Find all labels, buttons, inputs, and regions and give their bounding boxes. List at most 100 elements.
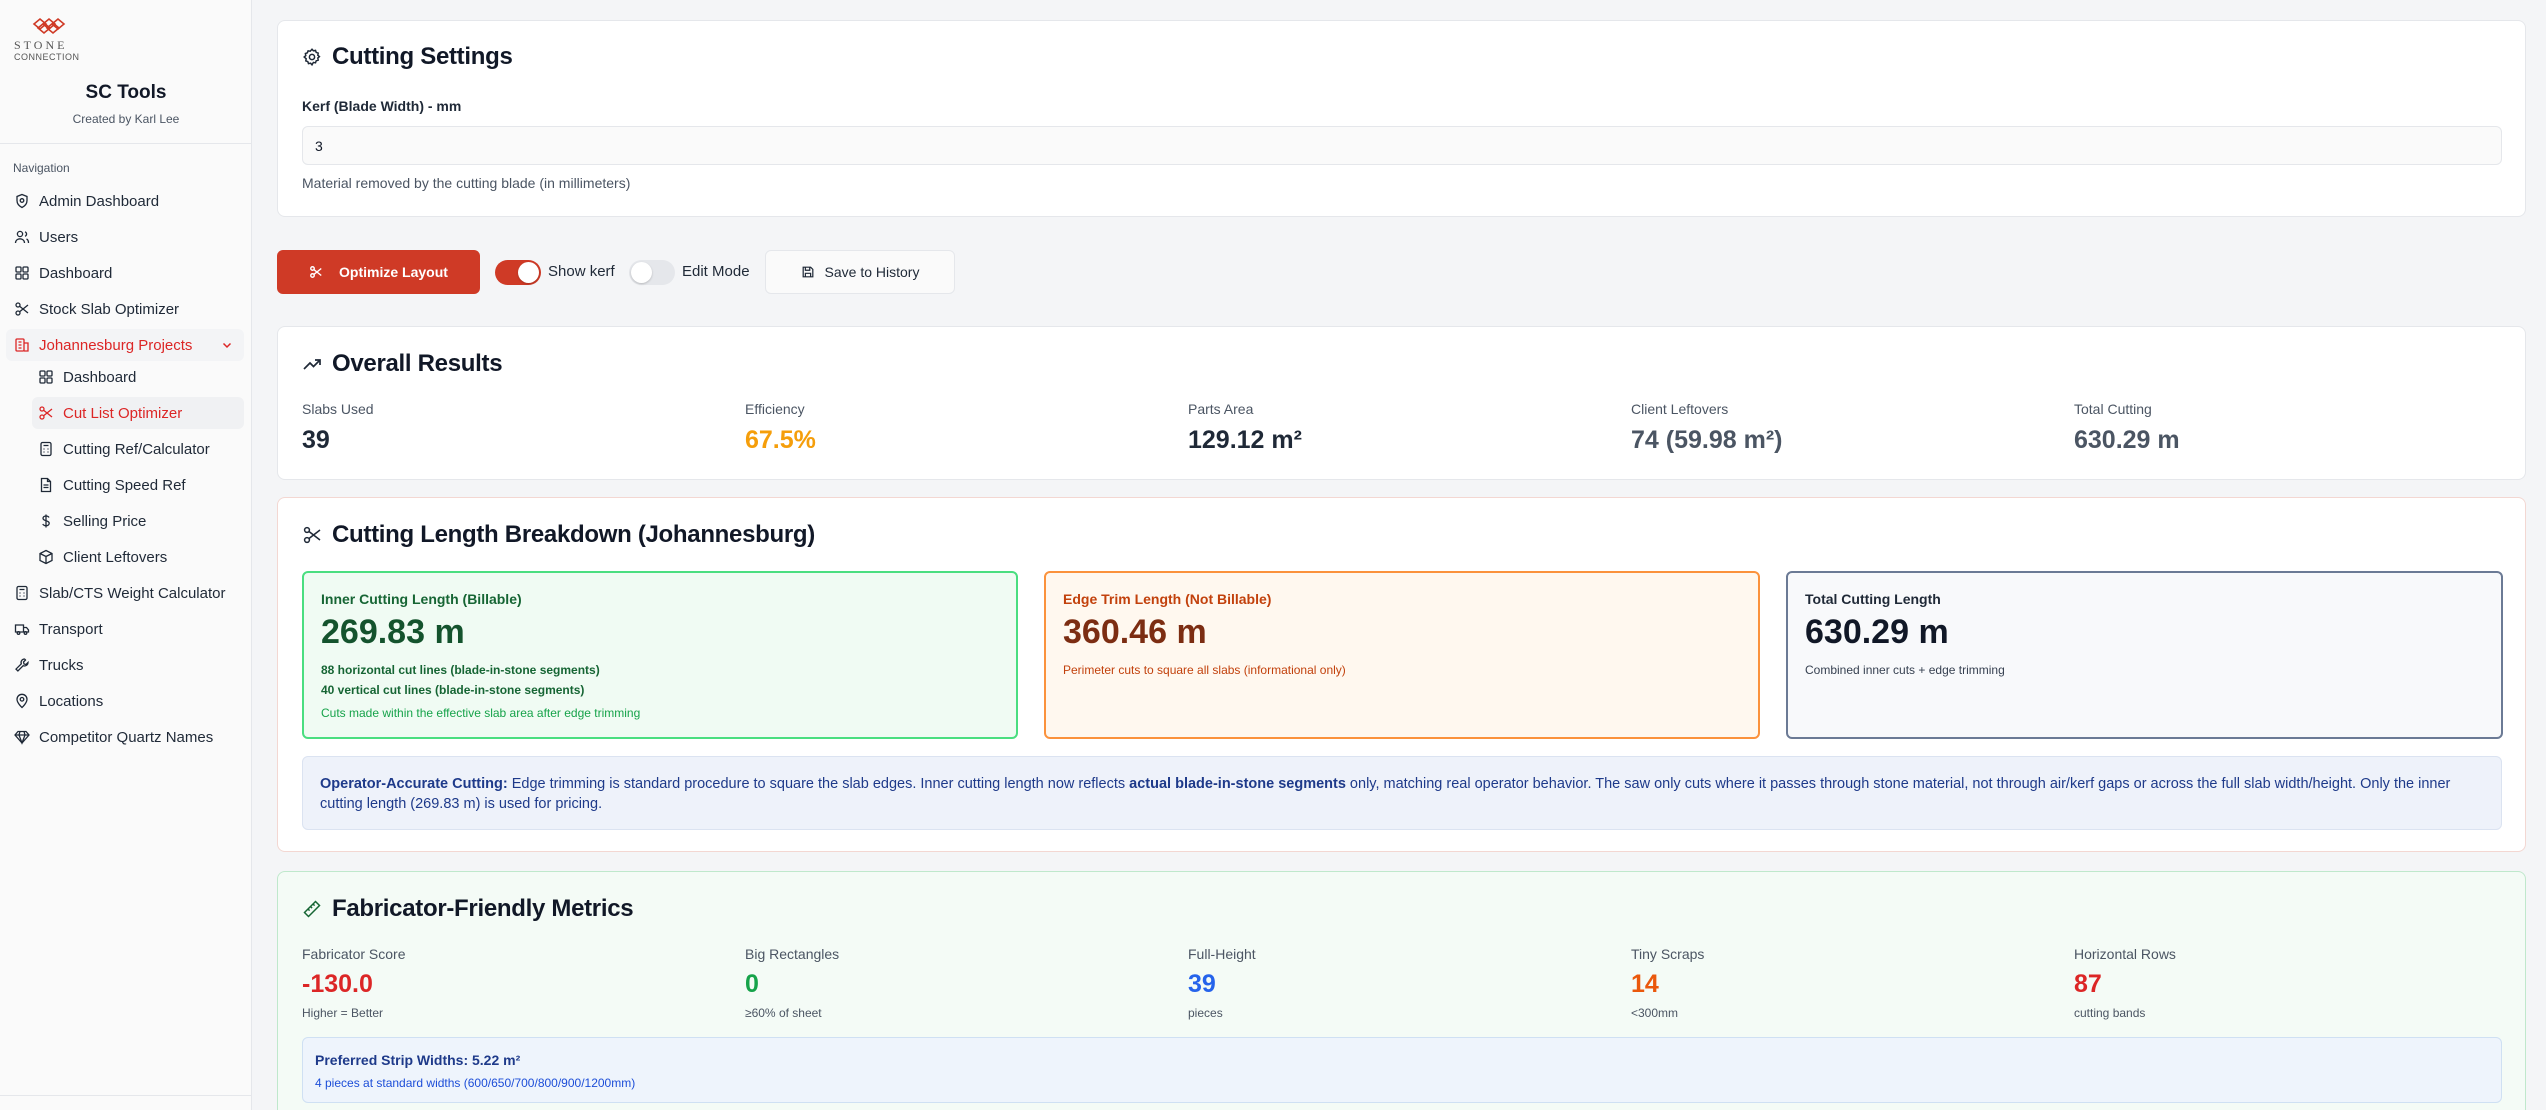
nav-item-dashboard[interactable]: Dashboard xyxy=(6,257,244,289)
metric-value-big-rectangles: 0 xyxy=(745,970,759,998)
truck-icon xyxy=(14,624,30,635)
app-title: SC Tools xyxy=(85,82,167,103)
save-icon xyxy=(802,266,813,278)
metric-value-tiny-scraps: 14 xyxy=(1631,970,1659,998)
nav-item-label: Cutting Ref/Calculator xyxy=(63,440,210,458)
total-cutting-value: 630.29 m xyxy=(1805,613,1949,651)
scissors-icon xyxy=(310,266,322,278)
preferred-strip-widths-box: Preferred Strip Widths: 5.22 m² 4 pieces… xyxy=(302,1037,2502,1103)
metric-sub-fabricator-score: Higher = Better xyxy=(302,1006,384,1020)
metric-value-horizontal-rows: 87 xyxy=(2074,970,2102,998)
nav-subitem-client-leftovers[interactable]: Client Leftovers xyxy=(32,541,244,573)
metric-label-tiny-scraps: Tiny Scraps xyxy=(1631,946,1705,962)
toggle-knob xyxy=(631,262,652,283)
total-cutting-title: Total Cutting Length xyxy=(1805,591,1941,607)
kerf-input[interactable]: 3 xyxy=(302,126,2502,165)
nav-item-trucks[interactable]: Trucks xyxy=(6,649,244,681)
nav-item-transport[interactable]: Transport xyxy=(6,613,244,645)
edit-mode-toggle[interactable] xyxy=(629,260,675,285)
stat-label-efficiency: Efficiency xyxy=(745,401,805,417)
inner-cutting-note: Cuts made within the effective slab area… xyxy=(321,706,641,720)
note-bold: actual blade-in-stone segments xyxy=(1129,776,1346,792)
metric-label-horizontal-rows: Horizontal Rows xyxy=(2074,946,2176,962)
nav-item-johannesburg-projects[interactable]: Johannesburg Projects xyxy=(6,329,244,361)
sidebar-footer-divider xyxy=(0,1095,252,1096)
show-kerf-toggle[interactable] xyxy=(495,260,541,285)
fabricator-metrics-card: Fabricator-Friendly Metrics Fabricator S… xyxy=(277,871,2526,1110)
stat-label-parts-area: Parts Area xyxy=(1188,401,1254,417)
edge-trim-note: Perimeter cuts to square all slabs (info… xyxy=(1063,663,1346,677)
stat-value-parts-area: 129.12 m² xyxy=(1188,426,1302,454)
preferred-strip-widths-sub: 4 pieces at standard widths (600/650/700… xyxy=(315,1076,636,1090)
cutting-settings-title: Cutting Settings xyxy=(302,43,513,71)
nav-item-locations[interactable]: Locations xyxy=(6,685,244,717)
nav-item-label: Stock Slab Optimizer xyxy=(39,300,180,318)
nav-section-label: Navigation xyxy=(13,161,70,175)
preferred-strip-widths-title: Preferred Strip Widths: 5.22 m² xyxy=(315,1052,521,1068)
cutting-settings-card: Cutting Settings Kerf (Blade Width) - mm… xyxy=(277,20,2526,217)
inner-cutting-box: Inner Cutting Length (Billable) 269.83 m… xyxy=(302,571,1018,739)
show-kerf-label: Show kerf xyxy=(548,263,615,280)
edge-trim-value: 360.46 m xyxy=(1063,613,1207,651)
grid-icon xyxy=(39,370,53,384)
inner-cutting-value: 269.83 m xyxy=(321,613,465,651)
dollar-icon xyxy=(42,514,50,528)
nav-item-label: Cut List Optimizer xyxy=(63,404,183,422)
nav-item-users[interactable]: Users xyxy=(6,221,244,253)
save-to-history-label: Save to History xyxy=(824,264,920,280)
cutting-settings-title-text: Cutting Settings xyxy=(332,43,513,70)
nav-subitem-cut-list-optimizer[interactable]: Cut List Optimizer xyxy=(32,397,244,429)
inner-cutting-title: Inner Cutting Length (Billable) xyxy=(321,591,522,607)
nav-subitem-cutting-ref-calculator[interactable]: Cutting Ref/Calculator xyxy=(32,433,244,465)
nav-subitem-cutting-speed-ref[interactable]: Cutting Speed Ref xyxy=(32,469,244,501)
shield-icon xyxy=(16,193,28,209)
scissors-icon xyxy=(303,526,321,544)
metric-sub-full-height: pieces xyxy=(1188,1006,1223,1020)
nav-item-label: Selling Price xyxy=(63,512,147,530)
optimize-layout-button[interactable]: Optimize Layout xyxy=(277,250,480,294)
nav-item-label: Admin Dashboard xyxy=(39,192,160,210)
cutting-breakdown-title: Cutting Length Breakdown (Johannesburg) xyxy=(302,521,815,549)
stat-value-slabs-used: 39 xyxy=(302,426,330,454)
ruler-icon xyxy=(303,900,321,918)
nav-item-label: Johannesburg Projects xyxy=(39,336,193,354)
edge-trim-title: Edge Trim Length (Not Billable) xyxy=(1063,591,1272,607)
save-to-history-button[interactable]: Save to History xyxy=(765,250,955,294)
calculator-icon xyxy=(16,585,28,601)
metric-label-fabricator-score: Fabricator Score xyxy=(302,946,406,962)
inner-cutting-horizontal: 88 horizontal cut lines (blade-in-stone … xyxy=(321,663,600,677)
nav-item-admin-dashboard[interactable]: Admin Dashboard xyxy=(6,185,244,217)
metric-value-fabricator-score: -130.0 xyxy=(302,970,373,998)
nav-item-stock-slab-optimizer[interactable]: Stock Slab Optimizer xyxy=(6,293,244,325)
nav-item-label: Cutting Speed Ref xyxy=(63,476,186,494)
nav-item-competitor-quartz-names[interactable]: Competitor Quartz Names xyxy=(6,721,244,753)
gem-icon xyxy=(14,730,30,745)
nav-subitem-dashboard[interactable]: Dashboard xyxy=(32,361,244,393)
metric-label-big-rectangles: Big Rectangles xyxy=(745,946,840,962)
note-lead: Operator-Accurate Cutting: xyxy=(320,776,508,792)
nav-item-label: Locations xyxy=(39,692,104,710)
grid-icon xyxy=(15,266,29,280)
nav-subitem-selling-price[interactable]: Selling Price xyxy=(32,505,244,537)
overall-results-title: Overall Results xyxy=(302,350,503,378)
stat-value-client-leftovers: 74 (59.98 m²) xyxy=(1631,426,1783,454)
cutting-breakdown-title-text: Cutting Length Breakdown (Johannesburg) xyxy=(332,521,815,548)
chevron-down-icon xyxy=(222,342,232,349)
scissors-icon xyxy=(39,406,53,420)
kerf-label: Kerf (Blade Width) - mm xyxy=(302,98,462,114)
nav-item-label: Transport xyxy=(39,620,103,638)
app-subtitle: Created by Karl Lee xyxy=(72,112,180,126)
toggle-knob xyxy=(518,262,539,283)
building-icon xyxy=(15,338,29,352)
calculator-icon xyxy=(40,441,52,457)
logo-text: STONE xyxy=(14,38,68,52)
metric-sub-big-rectangles: ≥60% of sheet xyxy=(745,1006,822,1020)
total-cutting-box: Total Cutting Length 630.29 m Combined i… xyxy=(1786,571,2503,739)
nav-item-label: Dashboard xyxy=(39,264,113,282)
nav-item-slab-cts-weight-calculator[interactable]: Slab/CTS Weight Calculator xyxy=(6,577,244,609)
metric-label-full-height: Full-Height xyxy=(1188,946,1256,962)
logo-subtext: CONNECTION xyxy=(14,52,80,62)
nav-item-label: Client Leftovers xyxy=(63,548,168,566)
stat-value-efficiency: 67.5% xyxy=(745,426,816,454)
document-icon xyxy=(40,477,52,493)
